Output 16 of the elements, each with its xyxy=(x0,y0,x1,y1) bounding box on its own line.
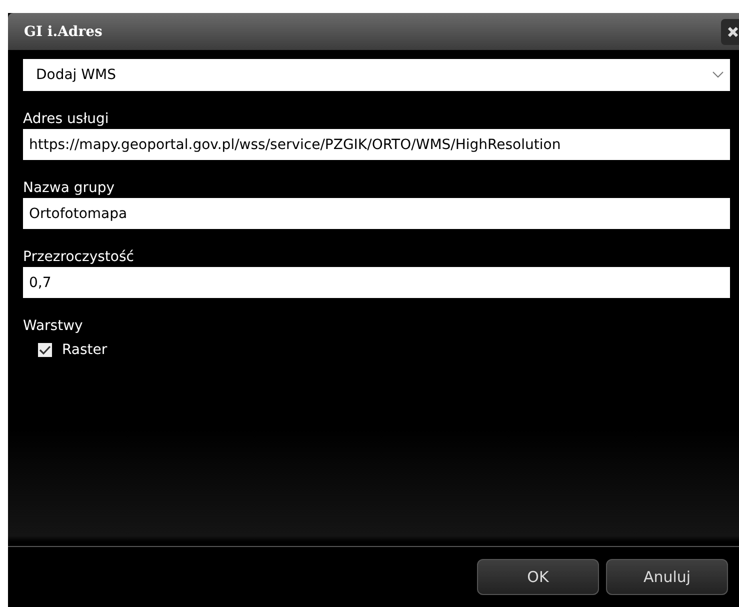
dropdown[interactable]: Dodaj WMS xyxy=(23,59,730,91)
input-field[interactable]: 0,7 xyxy=(23,267,730,298)
field-label: Przezroczystość xyxy=(23,249,135,267)
checkbox-label: Raster xyxy=(62,342,108,358)
input-field[interactable]: https://mapy.geoportal.gov.pl/wss/service/PZGIK/ORTO/WMS/HighResolution xyxy=(23,129,730,160)
field-label: Nazwa grupy xyxy=(23,180,116,198)
section-label: Warstwy xyxy=(23,318,84,336)
cancel-button[interactable]: Anuluj xyxy=(606,559,728,595)
close-button[interactable] xyxy=(721,18,739,44)
window-title: GI i.Adres xyxy=(24,24,102,40)
close-icon xyxy=(727,26,739,38)
ok-button[interactable]: OK xyxy=(477,559,599,595)
chevron-down-icon xyxy=(712,71,724,79)
field-label: Adres usługi xyxy=(23,111,110,129)
checkbox[interactable] xyxy=(38,343,52,357)
input-field[interactable]: Ortofotomapa xyxy=(23,198,730,229)
